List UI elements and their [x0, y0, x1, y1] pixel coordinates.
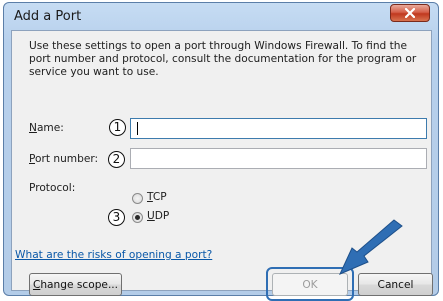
port-number-input[interactable] [130, 148, 427, 169]
port-number-label: Port number: [29, 153, 99, 165]
callout-1: 1 [109, 119, 126, 136]
name-input[interactable] [130, 118, 427, 139]
risks-link[interactable]: What are the risks of opening a port? [15, 249, 212, 261]
callout-3: 3 [108, 209, 125, 226]
dialog-title: Add a Port [14, 9, 82, 24]
description-text: Use these settings to open a port throug… [29, 40, 417, 78]
callout-2: 2 [108, 151, 125, 168]
close-button[interactable] [390, 4, 430, 22]
tcp-radio[interactable] [132, 193, 143, 204]
udp-radio[interactable] [132, 212, 143, 223]
udp-label[interactable]: UDP [147, 210, 169, 222]
change-scope-button[interactable]: Change scope... [29, 273, 122, 296]
tcp-label[interactable]: TCP [147, 191, 167, 203]
title-bar[interactable]: Add a Port [4, 3, 438, 31]
name-label: Name: [29, 122, 64, 134]
protocol-label: Protocol: [29, 182, 76, 194]
arrow-icon [339, 219, 403, 275]
close-icon [405, 8, 415, 18]
text-caret [137, 122, 138, 135]
